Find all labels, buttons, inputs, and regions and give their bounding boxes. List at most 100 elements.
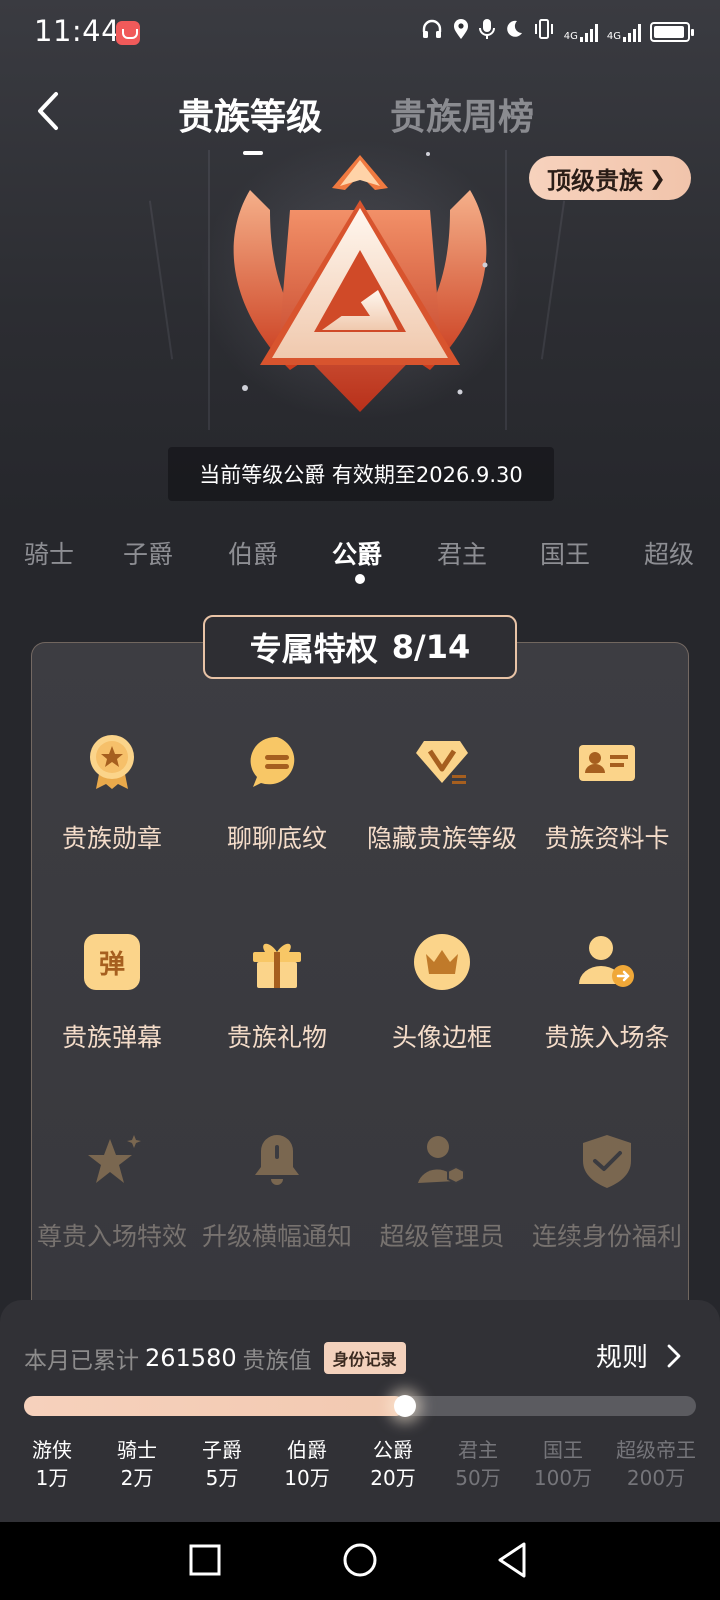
noble-progress-bar [24, 1395, 696, 1417]
admin-user-icon [418, 1136, 465, 1185]
tier-value: 100万 [533, 1466, 593, 1490]
level-tab-earl[interactable]: 伯爵 [228, 535, 278, 571]
tier-name: 公爵 [373, 1438, 413, 1462]
back-nav-button[interactable] [472, 1522, 552, 1600]
back-button[interactable] [30, 88, 70, 134]
moon-icon [504, 19, 524, 45]
level-tab-viscount[interactable]: 子爵 [123, 535, 173, 571]
privilege-label: 聊聊底纹 [226, 824, 327, 853]
tier-name: 骑士 [117, 1438, 157, 1462]
crown-frame-icon [414, 934, 470, 990]
app-notification-icon [116, 21, 140, 45]
privilege-item[interactable]: 超级管理员 [357, 1131, 527, 1253]
privileges-title-text: 专属特权 [249, 630, 378, 668]
tier-name: 君主 [458, 1438, 498, 1462]
system-nav-bar [0, 1522, 720, 1600]
privilege-label: 贵族勋章 [61, 824, 162, 853]
rules-label: 规则 [596, 1343, 649, 1373]
privileges-title: 专属特权 8/14 [203, 615, 517, 679]
privilege-item[interactable]: 贵族入场条 [522, 932, 692, 1054]
square-icon [189, 1544, 221, 1576]
light-ray [148, 200, 174, 360]
star-sparkle-icon [88, 1135, 141, 1183]
tier-name: 伯爵 [287, 1438, 327, 1462]
danmaku-icon-text: 弹 [99, 950, 125, 980]
headphones-icon [421, 18, 443, 46]
recent-apps-button[interactable] [165, 1522, 245, 1600]
diamond-v-icon [416, 741, 468, 784]
tier-marker: 公爵 20万 [348, 1436, 438, 1492]
tab-noble-weekly[interactable]: 贵族周榜 [390, 88, 534, 140]
accumulated-value: 261580 [145, 1344, 237, 1372]
chat-bubble-icon [250, 736, 295, 787]
signal-1-icon: 4G [564, 22, 598, 42]
tier-marker: 伯爵 10万 [262, 1436, 352, 1492]
chevron-right-icon: ❯ [649, 166, 666, 190]
vibrate-icon [533, 18, 555, 46]
light-ray [540, 200, 566, 360]
privilege-item[interactable]: 隐藏贵族等级 [357, 733, 527, 855]
privilege-item[interactable]: 贵族资料卡 [522, 733, 692, 855]
privilege-label: 尊贵入场特效 [36, 1222, 187, 1251]
bell-icon [255, 1135, 299, 1185]
home-button[interactable] [320, 1522, 400, 1600]
level-tab-monarch[interactable]: 君主 [437, 535, 487, 571]
noble-progress-knob [394, 1395, 417, 1417]
network-type-label: 4G [606, 31, 621, 42]
triangle-back-icon [498, 1542, 526, 1578]
tier-value: 200万 [626, 1466, 686, 1490]
tab-noble-level[interactable]: 贵族等级 [178, 88, 322, 140]
privileges-count: 8/14 [391, 628, 471, 666]
id-card-icon [579, 745, 635, 781]
accumulated-info: 本月已累计 261580 贵族值 身份记录 [24, 1341, 406, 1375]
level-tab-king[interactable]: 国王 [540, 535, 590, 571]
privilege-item[interactable]: 贵族礼物 [192, 932, 362, 1054]
validity-banner: 当前等级公爵 有效期至2026.9.30 [168, 447, 554, 501]
accumulated-unit: 贵族值 [242, 1348, 312, 1374]
medal-icon [90, 735, 134, 789]
tier-marker: 超级帝王 200万 [601, 1436, 711, 1492]
tier-value: 5万 [205, 1466, 239, 1490]
level-tab-indicator [355, 574, 365, 584]
tier-marker: 君主 50万 [433, 1436, 523, 1492]
tier-name: 子爵 [202, 1438, 242, 1462]
tier-name: 游侠 [32, 1438, 72, 1462]
tier-name: 超级帝王 [616, 1438, 696, 1462]
danmaku-icon: 弹 [84, 934, 140, 990]
privilege-item[interactable]: 聊聊底纹 [192, 733, 362, 855]
level-tab-super[interactable]: 超级 [644, 535, 694, 571]
tier-value: 1万 [35, 1466, 69, 1490]
microphone-icon [478, 18, 495, 46]
privilege-label: 贵族弹幕 [61, 1023, 162, 1052]
network-type-label: 4G [563, 31, 578, 42]
duke-badge-icon [233, 152, 488, 412]
privilege-item[interactable]: 头像边框 [357, 932, 527, 1054]
privilege-label: 隐藏贵族等级 [366, 824, 517, 853]
privilege-label: 连续身份福利 [531, 1222, 682, 1251]
privilege-label: 头像边框 [391, 1023, 492, 1052]
privilege-label: 升级横幅通知 [201, 1222, 352, 1251]
privilege-item[interactable]: 尊贵入场特效 [27, 1131, 197, 1253]
tier-marker: 骑士 2万 [92, 1436, 182, 1492]
location-icon [452, 18, 470, 46]
privilege-item[interactable]: 升级横幅通知 [192, 1131, 362, 1253]
level-tab-knight[interactable]: 骑士 [24, 535, 74, 571]
identity-record-button[interactable]: 身份记录 [323, 1342, 406, 1374]
accumulated-prefix: 本月已累计 [24, 1348, 139, 1374]
chevron-right-icon [667, 1344, 681, 1367]
tier-value: 20万 [370, 1466, 416, 1490]
rules-button[interactable]: 规则 [596, 1337, 682, 1374]
top-noble-button[interactable]: 顶级贵族 ❯ [529, 156, 691, 200]
tier-marker: 子爵 5万 [177, 1436, 267, 1492]
privilege-item[interactable]: 弹 贵族弹幕 [27, 932, 197, 1054]
chevron-left-icon [38, 92, 58, 130]
privilege-item[interactable]: 贵族勋章 [27, 733, 197, 855]
shield-check-icon [583, 1135, 631, 1188]
privilege-item[interactable]: 连续身份福利 [522, 1131, 692, 1253]
top-noble-label: 顶级贵族 [547, 166, 643, 195]
gift-icon [253, 943, 301, 988]
level-tab-duke[interactable]: 公爵 [332, 535, 382, 571]
tier-marker: 游侠 1万 [7, 1436, 97, 1492]
status-bar: 11:44 4G 4G [0, 0, 720, 66]
user-enter-icon [579, 936, 634, 987]
